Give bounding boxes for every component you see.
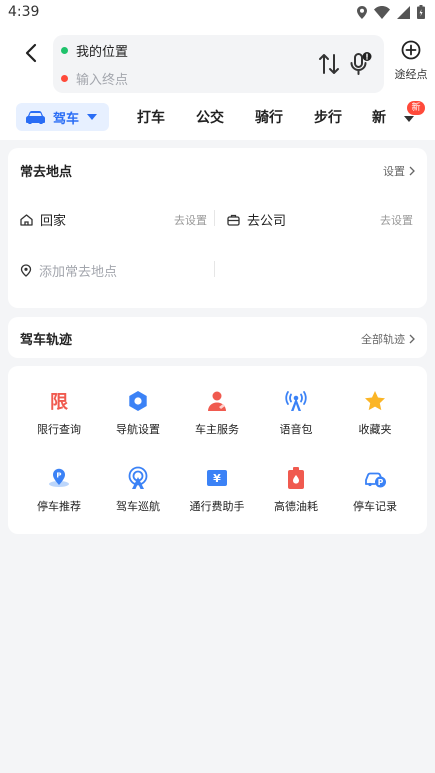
parking-record-icon: P: [365, 472, 386, 488]
destination-placeholder: 输入终点: [76, 72, 129, 88]
battery-icon: [417, 5, 425, 19]
briefcase-icon: [227, 214, 240, 226]
status-bar: 4:39: [0, 0, 435, 26]
settings-link-label: 设置: [383, 165, 405, 178]
tool-favorites[interactable]: 收藏夹: [335, 389, 415, 437]
home-set-link[interactable]: 去设置: [174, 212, 207, 228]
frequent-places-title: 常去地点: [20, 165, 73, 180]
voice-input-button[interactable]: [349, 51, 373, 77]
svg-text:P: P: [378, 478, 384, 487]
home-icon: [20, 213, 33, 226]
tool-parking-record[interactable]: P 停车记录: [335, 466, 415, 514]
plus-circle-icon: [401, 40, 421, 60]
tool-label: 收藏夹: [358, 423, 392, 436]
start-dot-icon: [61, 46, 68, 54]
tool-voice-pack[interactable]: 语音包: [256, 389, 336, 437]
location-status-icon: [357, 5, 367, 19]
back-button[interactable]: [16, 38, 46, 68]
tool-label: 车主服务: [195, 423, 239, 436]
fuel-icon: [288, 467, 304, 489]
tools-grid-card: 限 限行查询 导航设置 车主服务 语音包 收藏夹 P 停车推荐 驾车巡航 ¥ 通…: [8, 366, 427, 534]
car-icon: [26, 110, 45, 124]
tab-drive[interactable]: 驾车: [16, 103, 109, 131]
end-dot-icon: [61, 74, 68, 82]
restriction-icon: 限: [50, 392, 69, 413]
divider: [214, 210, 215, 226]
chevron-left-icon: [25, 43, 37, 63]
frequent-places-card: 常去地点 设置 回家 去设置 去公司 去设置 添加常去地点: [8, 148, 427, 308]
tool-fuel-consumption[interactable]: 高德油耗: [256, 466, 336, 514]
all-tracks-label: 全部轨迹: [361, 333, 405, 346]
travel-mode-tabs: 驾车 打车 公交 骑行 步行 新 新: [0, 101, 435, 136]
tab-new-energy[interactable]: 新: [372, 107, 386, 127]
add-waypoint-button[interactable]: 途经点: [390, 40, 432, 82]
all-tracks-link[interactable]: 全部轨迹: [361, 331, 415, 347]
tool-restriction-query[interactable]: 限 限行查询: [19, 389, 99, 437]
work-label: 去公司: [247, 214, 287, 229]
tab-taxi[interactable]: 打车: [137, 107, 165, 127]
tool-label: 导航设置: [116, 423, 160, 436]
tab-cycling[interactable]: 骑行: [255, 107, 283, 127]
tool-owner-service[interactable]: 车主服务: [177, 389, 257, 437]
work-set-link[interactable]: 去设置: [380, 212, 413, 228]
destination-field[interactable]: 输入终点: [61, 68, 128, 88]
home-label: 回家: [40, 214, 67, 229]
add-frequent-place[interactable]: 添加常去地点: [20, 261, 117, 280]
chevron-right-icon: [409, 334, 415, 344]
owner-service-icon: [208, 391, 226, 411]
status-time: 4:39: [8, 4, 40, 20]
route-header: 我的位置 输入终点 途经点 驾车 打车 公交 骑行 步行 新 新: [0, 26, 435, 140]
divider: [214, 261, 215, 277]
tool-label: 停车推荐: [37, 500, 81, 513]
location-pin-icon: [20, 264, 32, 277]
tab-walking[interactable]: 步行: [314, 107, 342, 127]
frequent-places-settings-link[interactable]: 设置: [383, 163, 415, 179]
home-shortcut[interactable]: 回家: [20, 210, 66, 229]
chevron-right-icon: [409, 166, 415, 176]
tool-label: 通行费助手: [189, 500, 245, 513]
caret-down-icon: [87, 114, 98, 120]
tool-label: 停车记录: [353, 500, 397, 513]
tool-label: 语音包: [279, 423, 313, 436]
tool-parking-recommend[interactable]: P 停车推荐: [19, 466, 99, 514]
work-shortcut[interactable]: 去公司: [227, 210, 286, 229]
tool-label: 限行查询: [37, 423, 81, 436]
tool-toll-assistant[interactable]: ¥ 通行费助手: [177, 466, 257, 514]
microphone-icon: [350, 52, 372, 75]
signal-icon: [397, 5, 410, 19]
tool-label: 驾车巡航: [116, 500, 160, 513]
wifi-icon: [374, 5, 390, 19]
swap-icon: [319, 54, 339, 74]
caret-down-icon: [404, 116, 414, 122]
tab-drive-label: 驾车: [53, 111, 80, 127]
add-place-label: 添加常去地点: [39, 265, 118, 280]
driving-tracks-card[interactable]: 驾车轨迹 全部轨迹: [8, 317, 427, 358]
svg-text:¥: ¥: [213, 472, 221, 485]
svg-text:P: P: [56, 472, 61, 480]
driving-tracks-title: 驾车轨迹: [20, 333, 73, 348]
tool-label: 高德油耗: [274, 500, 318, 513]
parking-icon: P: [49, 468, 69, 487]
status-icons: [357, 5, 425, 19]
tool-cruise[interactable]: 驾车巡航: [98, 466, 178, 514]
more-modes-button[interactable]: 新: [393, 101, 431, 133]
nav-settings-icon: [129, 391, 147, 411]
swap-button[interactable]: [318, 52, 340, 76]
start-location-field[interactable]: 我的位置: [61, 40, 128, 60]
start-location-label: 我的位置: [76, 44, 129, 60]
star-icon: [365, 391, 385, 411]
voice-pack-icon: [285, 391, 307, 411]
tab-transit[interactable]: 公交: [196, 107, 224, 127]
new-badge: 新: [407, 101, 425, 115]
cruise-icon: [128, 466, 148, 489]
route-input-box: 我的位置 输入终点: [53, 35, 384, 93]
svg-text:限: 限: [50, 392, 69, 413]
tool-nav-settings[interactable]: 导航设置: [98, 389, 178, 437]
waypoint-label: 途经点: [394, 68, 428, 81]
toll-icon: ¥: [207, 470, 227, 486]
